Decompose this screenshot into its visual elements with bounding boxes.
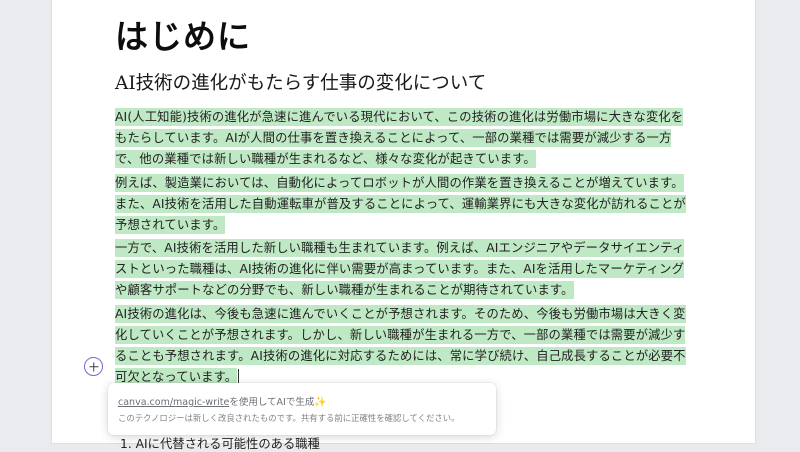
highlighted-text: 一方で、AI技術を活用した新しい職種も生まれています。例えば、AIエンジニアやデ… <box>115 239 685 299</box>
text-cursor <box>238 369 240 383</box>
magic-write-disclaimer: このテクノロジーは新しく改良されたものです。共有する前に正確性を確認してください… <box>118 413 460 423</box>
magic-write-attribution: canva.com/magic-writeを使用してAIで生成✨ <box>118 394 327 408</box>
highlighted-text: AI技術の進化は、今後も急速に進んでいくことが予想されます。そのため、今後も労働… <box>115 305 686 386</box>
paragraph[interactable]: AI技術の進化は、今後も急速に進んでいくことが予想されます。そのため、今後も労働… <box>115 304 695 388</box>
magic-write-notice: canva.com/magic-writeを使用してAIで生成✨ このテクノロジ… <box>108 383 496 435</box>
paragraph[interactable]: 一方で、AI技術を活用した新しい職種も生まれています。例えば、AIエンジニアやデ… <box>115 238 695 301</box>
magic-write-suffix: を使用してAIで生成 <box>229 397 315 408</box>
document-subtitle[interactable]: AI技術の進化がもたらす仕事の変化について <box>115 69 486 95</box>
highlighted-text: AI(人工知能)技術の進化が急速に進んでいる現代において、この技術の進化は労働市… <box>115 108 684 168</box>
document-title[interactable]: はじめに <box>115 10 251 58</box>
document-page[interactable]: はじめに AI技術の進化がもたらす仕事の変化について AI(人工知能)技術の進化… <box>52 0 755 443</box>
sparkle-icon: ✨ <box>314 397 327 408</box>
list-item[interactable]: 1. AIに代替される可能性のある職種 <box>120 434 320 452</box>
highlighted-text: 例えば、製造業においては、自動化によってロボットが人間の作業を置き換えることが増… <box>115 174 686 234</box>
paragraph[interactable]: 例えば、製造業においては、自動化によってロボットが人間の作業を置き換えることが増… <box>115 173 695 236</box>
paragraph[interactable]: AI(人工知能)技術の進化が急速に進んでいる現代において、この技術の進化は労働市… <box>115 107 695 170</box>
magic-write-link[interactable]: canva.com/magic-write <box>118 397 229 408</box>
add-element-plus-icon[interactable] <box>84 357 103 376</box>
